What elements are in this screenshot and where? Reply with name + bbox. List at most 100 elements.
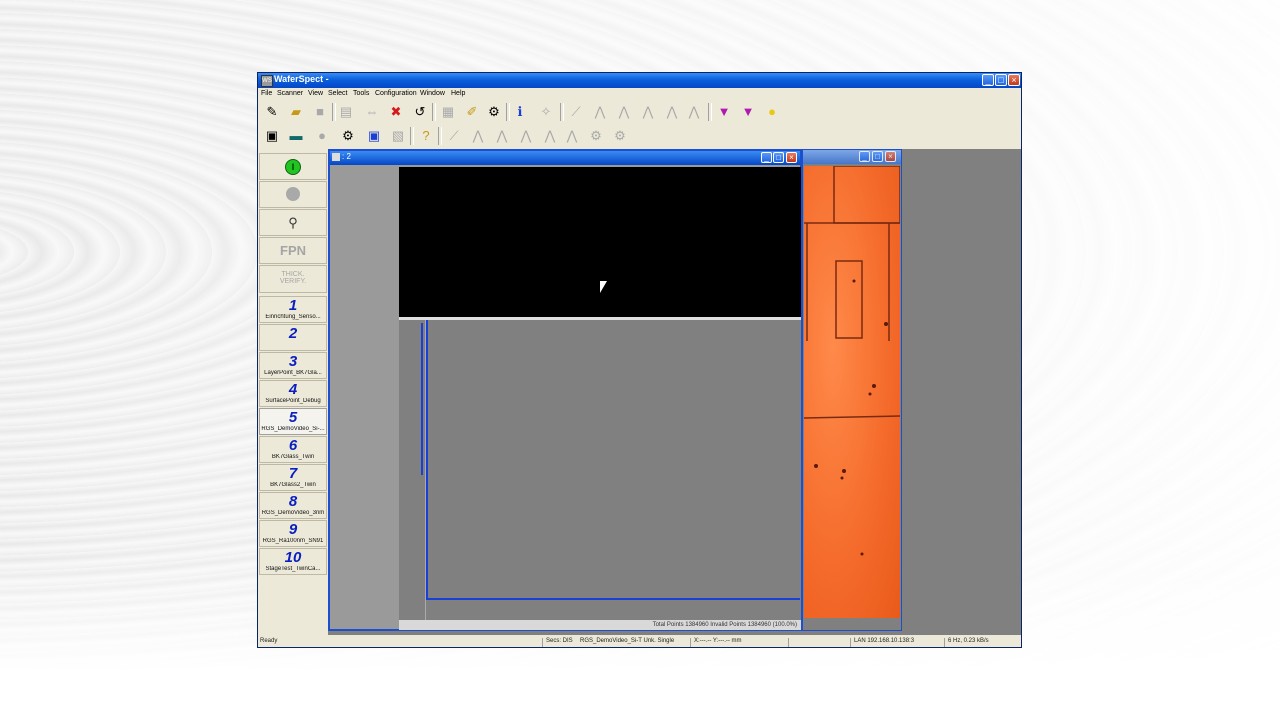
link-icon[interactable]: ⇔ xyxy=(362,102,382,122)
preset-button-4[interactable]: 4 SurfacePoint_Debug xyxy=(259,380,327,407)
print-icon[interactable]: ▤ xyxy=(336,102,356,122)
child-minimize-button[interactable]: _ xyxy=(761,152,772,163)
peak-icon[interactable]: ⋀ xyxy=(590,102,610,122)
power-icon: I xyxy=(285,159,301,175)
toolbar-separator xyxy=(410,127,414,145)
gem-icon[interactable]: ▼ xyxy=(714,102,734,122)
preset-number: 8 xyxy=(288,493,298,510)
menu-window[interactable]: Window xyxy=(420,90,445,97)
preset-button-5[interactable]: 5 RGS_DemoVideo_Si-... xyxy=(259,408,327,435)
menu-scanner[interactable]: Scanner xyxy=(277,90,303,97)
peak-icon[interactable]: ⋀ xyxy=(468,126,488,146)
scan2-icon[interactable]: ⚙ xyxy=(610,126,630,146)
properties-icon[interactable]: ▣ xyxy=(262,126,282,146)
verify-label: VERIFY. xyxy=(279,278,307,285)
peak5-icon[interactable]: ⋀ xyxy=(562,126,582,146)
title-bar[interactable]: WS WaferSpect - _ □ × xyxy=(258,73,1021,88)
measure-icon[interactable]: ✧ xyxy=(536,102,556,122)
close-button[interactable]: × xyxy=(1008,74,1020,86)
bulb-icon[interactable]: ● xyxy=(762,102,782,122)
save-icon[interactable]: ■ xyxy=(310,102,330,122)
thick-verify-button[interactable]: THICK. VERIFY. xyxy=(259,265,327,293)
reset-icon[interactable]: ↺ xyxy=(410,102,430,122)
info-icon[interactable]: ℹ xyxy=(510,102,530,122)
open-folder-icon[interactable]: ▰ xyxy=(286,102,306,122)
peak3-icon[interactable]: ⋀ xyxy=(638,102,658,122)
profile-line xyxy=(421,323,423,475)
child-maximize-button[interactable]: □ xyxy=(773,152,784,163)
menu-file[interactable]: File xyxy=(261,90,272,97)
scan-icon[interactable]: ⚙ xyxy=(586,126,606,146)
status-lan: LAN 192.168.10.138:3 xyxy=(854,638,915,644)
peak3-icon[interactable]: ⋀ xyxy=(516,126,536,146)
status-bar: Ready Secs: DIS RGS_DemoVideo_Si-T Unk. … xyxy=(258,636,1021,647)
preset-button-7[interactable]: 7 BK7Glass2_Twin xyxy=(259,464,327,491)
minimize-button[interactable]: _ xyxy=(982,74,994,86)
wafer-structure-image xyxy=(804,166,900,556)
video-view[interactable] xyxy=(399,167,801,320)
preset-button-2[interactable]: 2 xyxy=(259,324,327,351)
capture-icon[interactable]: ▣ xyxy=(364,126,384,146)
preset-label: RGS_DemoVideo_Si-... xyxy=(261,426,325,432)
gem2-icon[interactable]: ▼ xyxy=(738,102,758,122)
status-coords: X:---.-- Y:---.-- mm xyxy=(694,638,742,644)
record-icon[interactable]: ● xyxy=(312,126,332,146)
preset-button-3[interactable]: 3 LayerPoint_BK7Gla... xyxy=(259,352,327,379)
preset-number: 2 xyxy=(288,325,298,342)
start-button[interactable]: I xyxy=(259,153,327,180)
toolbar-separator xyxy=(438,127,442,145)
gear-person-icon[interactable]: ⚙ xyxy=(338,126,358,146)
child-close-button[interactable]: × xyxy=(786,152,797,163)
preset-number: 7 xyxy=(288,465,298,482)
pin-button[interactable]: ⚲ xyxy=(259,209,327,236)
peak2-icon[interactable]: ⋀ xyxy=(614,102,634,122)
toolbar-separator xyxy=(708,103,712,121)
preset-number: 10 xyxy=(284,549,302,566)
layout-icon[interactable]: ▦ xyxy=(438,102,458,122)
peak4-icon[interactable]: ⋀ xyxy=(540,126,560,146)
menu-help[interactable]: Help xyxy=(451,90,465,97)
preset-panel: I ⚲ FPN THICK. VERIFY. 1 Einrichtung_Sen… xyxy=(258,153,328,635)
peak2-icon[interactable]: ⋀ xyxy=(492,126,512,146)
app-window: WS WaferSpect - _ □ × File Scanner View … xyxy=(257,72,1022,648)
preset-button-10[interactable]: 10 StageTest_TwinCa... xyxy=(259,548,327,575)
new-wizard-icon[interactable]: ✎ xyxy=(262,102,282,122)
status-divider xyxy=(542,638,543,647)
help-icon[interactable]: ? xyxy=(416,126,436,146)
measurement-window-titlebar[interactable]: : 2 _ □ × xyxy=(330,151,800,165)
monitor-icon[interactable]: ▬ xyxy=(286,126,306,146)
chart-icon[interactable]: ⟋ xyxy=(444,126,464,146)
settings-icon[interactable]: ⚙ xyxy=(484,102,504,122)
chart-icon[interactable]: ⟋ xyxy=(566,102,586,122)
app-icon: WS xyxy=(261,75,273,87)
camera-minimize-button[interactable]: _ xyxy=(859,151,870,162)
preset-label: SurfacePoint_Debug xyxy=(265,398,321,404)
maximize-button[interactable]: □ xyxy=(995,74,1007,86)
camera-window-titlebar[interactable]: _ □ × xyxy=(803,150,901,164)
preset-label: BK7Glass_Twin xyxy=(271,454,315,460)
menu-view[interactable]: View xyxy=(308,90,323,97)
camera-close-button[interactable]: × xyxy=(885,151,896,162)
camera-maximize-button[interactable]: □ xyxy=(872,151,883,162)
stop-button[interactable] xyxy=(259,181,327,208)
app-title: WaferSpect - xyxy=(274,74,329,84)
preset-button-8[interactable]: 8 RGS_DemoVideo_3nm xyxy=(259,492,327,519)
disconnect-icon[interactable]: ✖ xyxy=(386,102,406,122)
menu-tools[interactable]: Tools xyxy=(353,90,369,97)
frame-icon[interactable]: ▧ xyxy=(388,126,408,146)
status-divider xyxy=(944,638,945,647)
preset-number: 6 xyxy=(288,437,298,454)
measurement-window[interactable]: : 2 _ □ × Total Points 1384960 Invalid P… xyxy=(328,149,802,631)
fpn-button[interactable]: FPN xyxy=(259,237,327,264)
menu-configuration[interactable]: Configuration xyxy=(375,90,417,97)
preset-button-6[interactable]: 6 BK7Glass_Twin xyxy=(259,436,327,463)
preset-button-1[interactable]: 1 Einrichtung_Senso... xyxy=(259,296,327,323)
preset-button-9[interactable]: 9 RGS_Ra100nm_SN91 xyxy=(259,520,327,547)
peak4-icon[interactable]: ⋀ xyxy=(662,102,682,122)
menu-select[interactable]: Select xyxy=(328,90,347,97)
peak5-icon[interactable]: ⋀ xyxy=(684,102,704,122)
result-view[interactable] xyxy=(399,320,801,620)
camera-window[interactable]: _ □ × xyxy=(802,149,902,631)
status-mode: RGS_DemoVideo_Si-T Unk. Single xyxy=(580,638,675,644)
pencil-icon[interactable]: ✐ xyxy=(462,102,482,122)
